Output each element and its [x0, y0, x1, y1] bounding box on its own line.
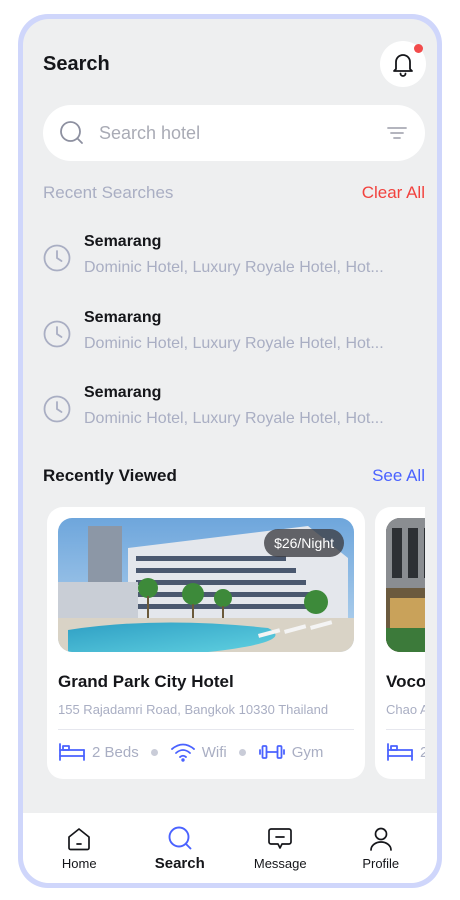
- search-icon: [167, 825, 193, 851]
- filter-icon[interactable]: [385, 121, 409, 145]
- recent-search-hotels: Dominic Hotel, Luxury Royale Hotel, Hot.…: [84, 335, 384, 352]
- recent-search-city: Semarang: [84, 233, 162, 250]
- tab-search[interactable]: Search: [135, 825, 225, 872]
- search-input[interactable]: [99, 122, 385, 144]
- recent-searches-header: Recent Searches Clear All: [43, 183, 425, 203]
- notification-badge: [414, 44, 423, 53]
- card-divider: [386, 729, 425, 730]
- home-icon: [66, 826, 92, 852]
- search-icon: [59, 120, 85, 146]
- bell-icon: [391, 51, 415, 77]
- amenity-beds-label: 2 Beds: [92, 743, 139, 761]
- separator-dot: [150, 748, 158, 756]
- amenity-wifi-label: Wifi: [201, 743, 227, 761]
- recent-search-item[interactable]: Semarang Dominic Hotel, Luxury Royale Ho…: [43, 308, 425, 364]
- see-all-link[interactable]: See All: [372, 466, 425, 486]
- tab-profile[interactable]: Profile: [336, 826, 426, 871]
- hotel-photo: [386, 518, 425, 652]
- clock-icon: [43, 320, 71, 348]
- phone-frame: Search Search hotel Recent Searches Clea…: [18, 14, 442, 888]
- tab-home[interactable]: Home: [34, 826, 124, 871]
- clock-icon: [43, 244, 71, 272]
- amenities-row: 2 Beds Wifi Gym: [58, 742, 354, 762]
- amenity-beds: 2 Beds: [58, 742, 139, 762]
- recent-search-item[interactable]: Semarang Dominic Hotel, Luxury Royale Ho…: [43, 232, 425, 288]
- tab-search-label: Search: [154, 854, 205, 872]
- clock-icon: [43, 395, 71, 423]
- recent-search-hotels: Dominic Hotel, Luxury Royale Hotel, Hot.…: [84, 259, 384, 276]
- card-divider: [58, 729, 354, 730]
- recently-viewed-title: Recently Viewed: [43, 466, 177, 485]
- bottom-tab-bar: Home Search Message Profile: [23, 813, 437, 883]
- hotel-card[interactable]: Voco Chao A 2: [375, 507, 425, 779]
- clear-all-button[interactable]: Clear All: [362, 183, 425, 203]
- message-icon: [267, 826, 293, 852]
- price-badge: $26/Night: [264, 529, 344, 557]
- bed-icon: [59, 743, 85, 761]
- recently-viewed-carousel[interactable]: $26/Night Grand Park City Hotel 155 Raja…: [43, 507, 425, 797]
- profile-icon: [368, 826, 394, 852]
- search-bar: [43, 105, 425, 161]
- amenity-beds-label: 2: [420, 743, 425, 761]
- amenity-wifi: Wifi: [170, 742, 227, 762]
- hotel-address: 155 Rajadamri Road, Bangkok 10330 Thaila…: [58, 702, 329, 717]
- hotel-address: Chao A: [386, 702, 425, 717]
- tab-profile-label: Profile: [362, 855, 400, 871]
- recent-searches-title: Recent Searches: [43, 183, 174, 202]
- amenities-row: 2: [386, 742, 425, 762]
- tab-message-label: Message: [253, 855, 307, 871]
- amenity-gym: Gym: [258, 742, 324, 762]
- amenity-beds: 2: [386, 742, 425, 762]
- hotel-name: Voco: [386, 672, 425, 691]
- hotel-photo: $26/Night: [58, 518, 354, 652]
- recent-search-city: Semarang: [84, 384, 162, 401]
- app-screen: Search Search hotel Recent Searches Clea…: [23, 19, 437, 883]
- recent-search-item[interactable]: Semarang Dominic Hotel, Luxury Royale Ho…: [43, 383, 425, 439]
- bed-icon: [387, 743, 413, 761]
- tab-message[interactable]: Message: [235, 826, 325, 871]
- dumbbell-icon: [258, 745, 285, 759]
- page-title: Search: [43, 53, 110, 75]
- tab-home-label: Home: [61, 855, 97, 871]
- notification-button[interactable]: [380, 41, 426, 87]
- hotel-card[interactable]: $26/Night Grand Park City Hotel 155 Raja…: [47, 507, 365, 779]
- separator-dot: [238, 748, 246, 756]
- recent-search-hotels: Dominic Hotel, Luxury Royale Hotel, Hot.…: [84, 410, 384, 427]
- recent-search-city: Semarang: [84, 309, 162, 326]
- wifi-icon: [170, 743, 195, 762]
- hotel-name: Grand Park City Hotel: [58, 672, 234, 691]
- recently-viewed-header: Recently Viewed See All: [43, 466, 425, 486]
- amenity-gym-label: Gym: [291, 743, 324, 761]
